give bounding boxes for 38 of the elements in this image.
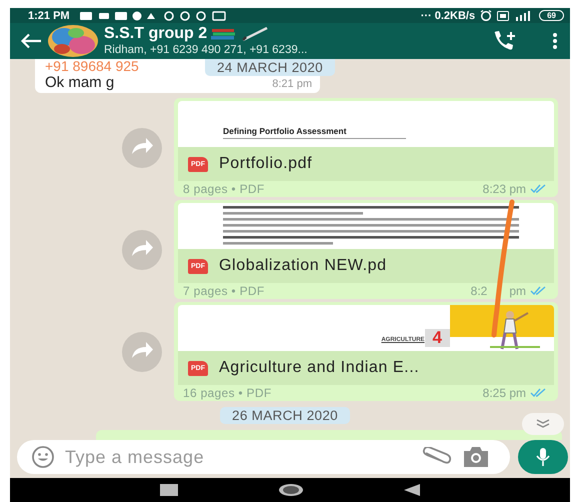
preview-heading: Defining Portfolio Assessment bbox=[223, 126, 406, 139]
emoji-icon[interactable] bbox=[31, 445, 55, 469]
back-arrow-icon[interactable] bbox=[20, 33, 42, 49]
add-call-icon[interactable] bbox=[492, 30, 518, 52]
file-name: Globalization NEW.pd bbox=[219, 257, 387, 275]
message-time: 8:23 pm bbox=[482, 182, 526, 196]
menu-icon[interactable] bbox=[552, 32, 558, 50]
file-info: 16 pages • PDF bbox=[183, 386, 272, 400]
file-info: 8 pages • PDF bbox=[183, 182, 264, 196]
sim-icon bbox=[497, 10, 510, 20]
sender-number: +91 89684 925 bbox=[45, 59, 139, 74]
file-name: Agriculture and Indian E... bbox=[219, 359, 420, 377]
microphone-button[interactable] bbox=[518, 440, 568, 474]
status-time: 1:21 PM bbox=[28, 10, 70, 22]
pen-icon bbox=[241, 27, 270, 41]
file-name: Portfolio.pdf bbox=[219, 155, 312, 173]
message-time: 8:21 pm bbox=[272, 78, 312, 90]
date-chip: 24 MARCH 2020 bbox=[205, 59, 335, 76]
message-field[interactable]: Type a message bbox=[17, 440, 510, 474]
alarm-icon bbox=[480, 10, 492, 21]
group-members: Ridham, +91 6239 490 271, +91 6239... bbox=[104, 43, 308, 57]
books-icon bbox=[211, 27, 238, 41]
message-time-suffix: pm bbox=[509, 284, 526, 298]
scroll-down-button[interactable] bbox=[522, 413, 564, 435]
message-text: Ok mam g bbox=[45, 74, 114, 91]
battery-icon: 69 bbox=[539, 10, 564, 21]
network-speed: ··· 0.2KB/s bbox=[420, 10, 476, 22]
message-time: 8:2 bbox=[470, 284, 488, 298]
back-icon[interactable] bbox=[404, 484, 420, 496]
home-icon[interactable] bbox=[278, 483, 304, 497]
message-time: 8:25 pm bbox=[482, 386, 526, 400]
message-input[interactable]: Type a message bbox=[65, 446, 412, 468]
chapter-number: 4 bbox=[424, 329, 450, 347]
date-chip: 26 MARCH 2020 bbox=[220, 407, 350, 424]
camera-icon[interactable] bbox=[462, 446, 490, 468]
group-name[interactable]: S.S.T group 2 bbox=[104, 25, 208, 43]
file-info: 7 pages • PDF bbox=[183, 284, 264, 298]
signal-icon bbox=[514, 10, 530, 20]
